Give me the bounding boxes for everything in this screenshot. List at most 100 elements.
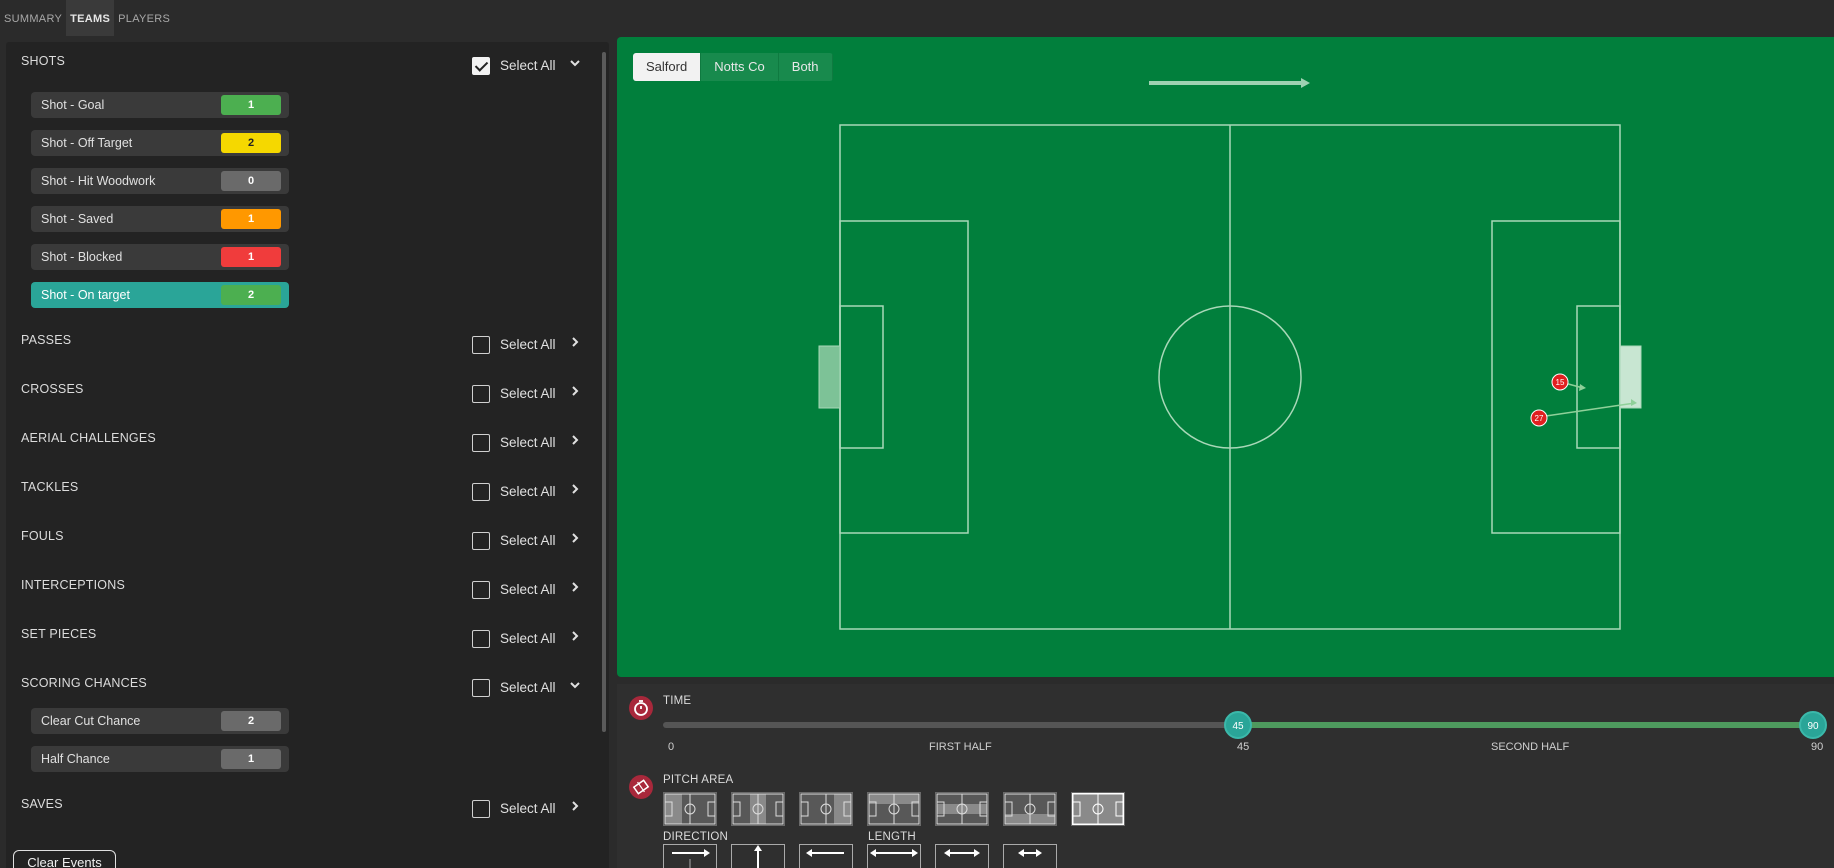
chevron-down-icon[interactable] (568, 56, 582, 70)
category-title: SAVES (21, 797, 63, 811)
category-set-pieces: SET PIECES Select All (6, 621, 596, 651)
length-long-icon[interactable] (867, 844, 921, 868)
pitch-area-option-2[interactable] (731, 792, 785, 826)
length-label: LENGTH (868, 831, 916, 843)
pitch-area-option-5[interactable] (935, 792, 989, 826)
length-short-icon[interactable] (1003, 844, 1057, 868)
event-filter-panel: SHOTS Select All Shot - Goal 1 Shot - Of… (6, 42, 609, 868)
chevron-right-icon[interactable] (568, 629, 582, 643)
select-all-label[interactable]: Select All (500, 631, 556, 646)
event-shot-goal[interactable]: Shot - Goal 1 (31, 92, 289, 118)
category-title: CROSSES (21, 382, 84, 396)
category-title: SCORING CHANCES (21, 676, 147, 690)
tab-teams[interactable]: TEAMS (66, 0, 115, 36)
event-clear-cut-chance[interactable]: Clear Cut Chance 2 (31, 708, 289, 734)
tab-players[interactable]: PLAYERS (114, 0, 174, 36)
pitch-area-option-all[interactable] (1071, 792, 1125, 826)
category-shots: SHOTS Select All (6, 48, 596, 78)
select-all-label[interactable]: Select All (500, 435, 556, 450)
time-slider-handle-start[interactable]: 45 (1224, 711, 1252, 739)
select-all-checkbox-interceptions[interactable] (472, 581, 490, 599)
length-medium-icon[interactable] (935, 844, 989, 868)
stopwatch-icon (629, 696, 653, 720)
category-title: TACKLES (21, 480, 79, 494)
event-half-chance[interactable]: Half Chance 1 (31, 746, 289, 772)
select-all-label[interactable]: Select All (500, 533, 556, 548)
filter-controls: TIME 45 90 0 FIRST HALF 45 SECOND HALF 9… (617, 684, 1834, 868)
goal-right (1619, 345, 1642, 409)
tick-45: 45 (1237, 741, 1250, 753)
player-marker-27[interactable]: 27 (1530, 409, 1548, 427)
select-all-checkbox-tackles[interactable] (472, 483, 490, 501)
player-marker-15[interactable]: 15 (1551, 373, 1569, 391)
event-count: 1 (221, 247, 281, 267)
select-all-checkbox-set-pieces[interactable] (472, 630, 490, 648)
chevron-right-icon[interactable] (568, 799, 582, 813)
event-label: Shot - On target (41, 288, 130, 302)
event-label: Shot - Saved (41, 212, 114, 226)
select-all-checkbox-passes[interactable] (472, 336, 490, 354)
select-all-checkbox-shots[interactable] (472, 57, 490, 75)
direction-backward-icon[interactable] (799, 844, 853, 868)
event-shot-saved[interactable]: Shot - Saved 1 (31, 206, 289, 232)
category-fouls: FOULS Select All (6, 523, 596, 553)
team-tab-both[interactable]: Both (778, 53, 833, 81)
time-slider-range (1238, 722, 1813, 728)
chevron-right-icon[interactable] (568, 482, 582, 496)
tick-90: 90 (1811, 741, 1824, 753)
event-label: Shot - Blocked (41, 250, 123, 264)
time-slider-handle-end[interactable]: 90 (1799, 711, 1827, 739)
category-title: AERIAL CHALLENGES (21, 431, 156, 445)
category-title: FOULS (21, 529, 64, 543)
category-interceptions: INTERCEPTIONS Select All (6, 572, 596, 602)
time-slider[interactable]: 45 90 (663, 711, 1827, 739)
direction-sideways-icon[interactable] (731, 844, 785, 868)
select-all-checkbox-crosses[interactable] (472, 385, 490, 403)
event-label: Half Chance (41, 752, 110, 766)
category-scoring-chances: SCORING CHANCES Select All (6, 670, 596, 700)
goal-left (818, 345, 841, 409)
top-tabs: SUMMARY TEAMS PLAYERS (0, 0, 174, 36)
chevron-right-icon[interactable] (568, 335, 582, 349)
scrollbar[interactable] (602, 52, 606, 732)
chevron-right-icon[interactable] (568, 531, 582, 545)
event-shot-off-target[interactable]: Shot - Off Target 2 (31, 130, 289, 156)
select-all-label[interactable]: Select All (500, 58, 556, 73)
event-shot-on-target[interactable]: Shot - On target 2 (31, 282, 289, 308)
select-all-checkbox-scoring[interactable] (472, 679, 490, 697)
direction-label: DIRECTION (663, 831, 729, 843)
select-all-label[interactable]: Select All (500, 386, 556, 401)
select-all-label[interactable]: Select All (500, 680, 556, 695)
select-all-label[interactable]: Select All (500, 582, 556, 597)
select-all-checkbox-aerial[interactable] (472, 434, 490, 452)
event-shot-hit-woodwork[interactable]: Shot - Hit Woodwork 0 (31, 168, 289, 194)
chevron-right-icon[interactable] (568, 433, 582, 447)
select-all-label[interactable]: Select All (500, 801, 556, 816)
chevron-down-icon[interactable] (568, 678, 582, 692)
select-all-checkbox-fouls[interactable] (472, 532, 490, 550)
team-tab-notts-co[interactable]: Notts Co (701, 53, 779, 81)
clear-events-button[interactable]: Clear Events (13, 850, 116, 868)
pitch-area-option-1[interactable] (663, 792, 717, 826)
event-count: 2 (221, 285, 281, 305)
attack-direction-arrow (1149, 78, 1310, 88)
pitch-area-option-3[interactable] (799, 792, 853, 826)
chevron-right-icon[interactable] (568, 384, 582, 398)
category-passes: PASSES Select All (6, 327, 596, 357)
team-tab-salford[interactable]: Salford (633, 53, 702, 81)
category-title: SHOTS (21, 54, 66, 68)
chevron-right-icon[interactable] (568, 580, 582, 594)
pitch-area-option-6[interactable] (1003, 792, 1057, 826)
direction-forward-icon[interactable] (663, 844, 717, 868)
select-all-label[interactable]: Select All (500, 484, 556, 499)
event-count: 1 (221, 95, 281, 115)
pitch-area-option-4[interactable] (867, 792, 921, 826)
event-label: Shot - Hit Woodwork (41, 174, 156, 188)
category-aerial-challenges: AERIAL CHALLENGES Select All (6, 425, 596, 455)
pitch-diagram: 15 27 (818, 78, 1642, 630)
select-all-label[interactable]: Select All (500, 337, 556, 352)
category-crosses: CROSSES Select All (6, 376, 596, 406)
event-shot-blocked[interactable]: Shot - Blocked 1 (31, 244, 289, 270)
tab-summary[interactable]: SUMMARY (0, 0, 66, 36)
select-all-checkbox-saves[interactable] (472, 800, 490, 818)
